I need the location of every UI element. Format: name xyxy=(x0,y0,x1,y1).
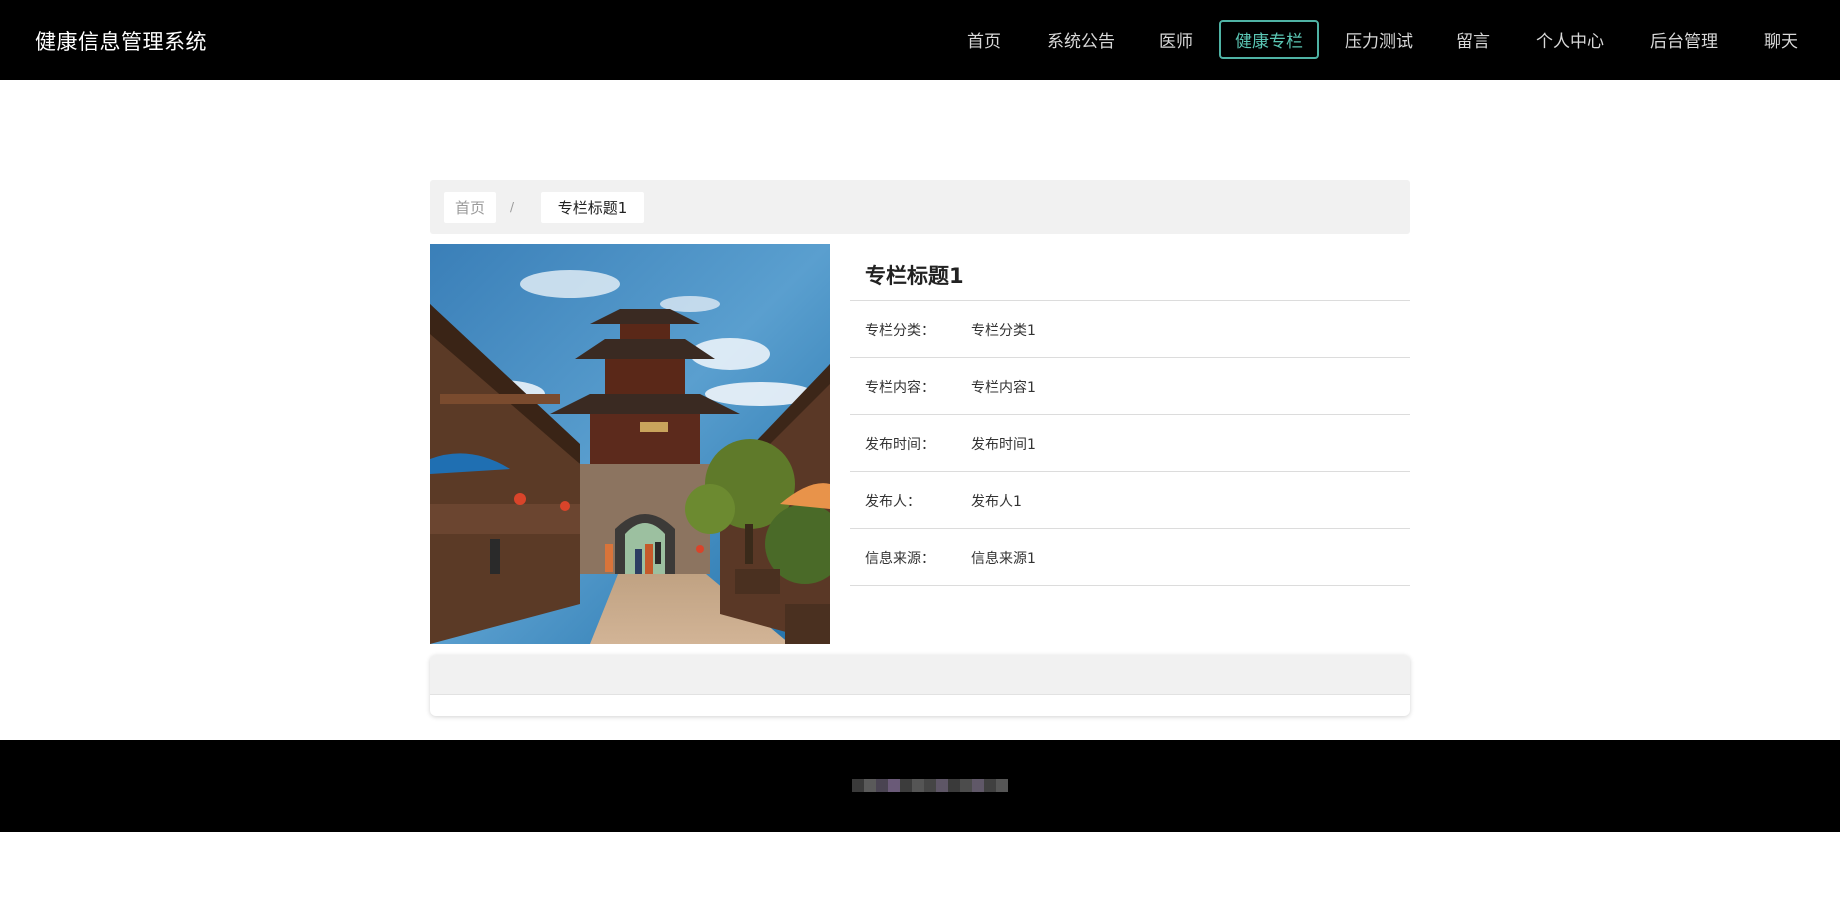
nav-item-announcements[interactable]: 系统公告 xyxy=(1043,20,1119,59)
divider xyxy=(850,300,1410,301)
divider xyxy=(850,528,1410,529)
divider xyxy=(850,471,1410,472)
breadcrumb: 首页 / 专栏标题1 xyxy=(430,180,1410,234)
site-brand[interactable]: 健康信息管理系统 xyxy=(35,26,207,56)
source-label: 信息来源： xyxy=(865,551,935,567)
nav-item-doctors[interactable]: 医师 xyxy=(1151,20,1201,59)
category-value: 专栏分类1 xyxy=(971,323,1036,339)
divider xyxy=(850,414,1410,415)
nav-item-admin[interactable]: 后台管理 xyxy=(1646,20,1722,59)
site-footer xyxy=(0,740,1840,832)
publish-time-value: 发布时间1 xyxy=(971,437,1036,453)
nav-item-messages[interactable]: 留言 xyxy=(1450,20,1496,59)
breadcrumb-current: 专栏标题1 xyxy=(541,192,644,223)
nav-item-stress-test[interactable]: 压力测试 xyxy=(1341,20,1417,59)
top-navbar: 健康信息管理系统 首页 系统公告 医师 健康专栏 压力测试 留言 个人中心 后台… xyxy=(0,0,1840,80)
category-label: 专栏分类： xyxy=(865,323,935,339)
content-panel-header xyxy=(430,655,1410,695)
footer-obscured-text xyxy=(852,779,1008,792)
content-value: 专栏内容1 xyxy=(971,380,1036,396)
divider xyxy=(850,357,1410,358)
column-title: 专栏标题1 xyxy=(865,264,964,288)
divider xyxy=(850,585,1410,586)
publish-time-label: 发布时间： xyxy=(865,437,935,453)
nav-item-chat[interactable]: 聊天 xyxy=(1760,20,1802,59)
nav-item-personal-center[interactable]: 个人中心 xyxy=(1532,20,1608,59)
source-value: 信息来源1 xyxy=(971,551,1036,567)
nav-item-health-column[interactable]: 健康专栏 xyxy=(1219,20,1319,59)
breadcrumb-separator: / xyxy=(510,200,515,214)
publisher-value: 发布人1 xyxy=(971,494,1022,510)
column-cover-image xyxy=(430,244,830,644)
breadcrumb-home[interactable]: 首页 xyxy=(444,192,496,223)
content-label: 专栏内容： xyxy=(865,380,935,396)
content-panel xyxy=(430,655,1410,716)
nav-item-home[interactable]: 首页 xyxy=(956,20,1012,59)
publisher-label: 发布人： xyxy=(865,494,921,510)
